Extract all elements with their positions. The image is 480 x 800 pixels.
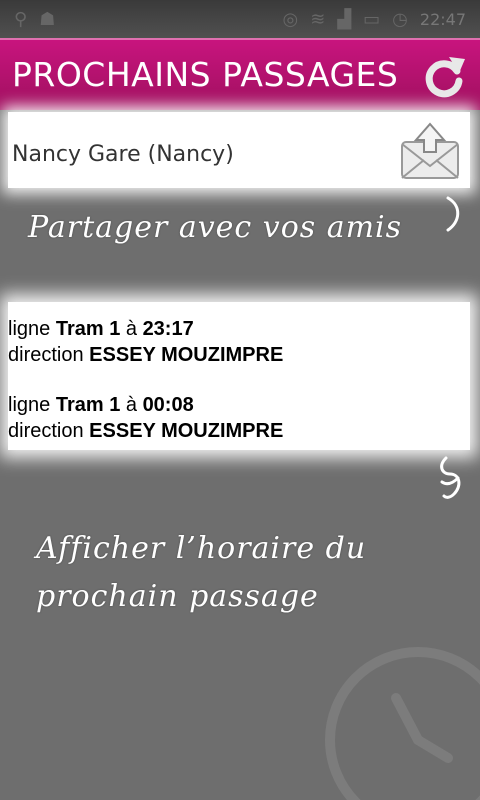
mail-share-icon bbox=[401, 122, 459, 179]
line-name: Tram 1 bbox=[55, 318, 121, 340]
android-icon: ☗ bbox=[39, 8, 56, 30]
location-icon: ◎ bbox=[282, 8, 299, 30]
passage-item[interactable]: ligne Tram 1 à 23:17 direction ESSEY MOU… bbox=[8, 316, 470, 368]
passage-time: 00:08 bbox=[142, 394, 194, 416]
refresh-button[interactable] bbox=[418, 48, 470, 104]
battery-icon: ▭ bbox=[363, 8, 381, 30]
passage-line: ligne Tram 1 à 23:17 bbox=[8, 316, 470, 342]
refresh-icon bbox=[425, 57, 465, 98]
passage-direction: direction ESSEY MOUZIMPRE bbox=[8, 418, 470, 444]
a-label: à bbox=[125, 394, 137, 416]
wifi-icon: ≋ bbox=[310, 8, 326, 30]
status-bar: ⚲ ☗ ◎ ≋ ▟ ▭ ◷ 22:47 bbox=[0, 0, 480, 38]
station-field[interactable]: Nancy Gare (Nancy) bbox=[8, 112, 470, 188]
direction-label: direction bbox=[8, 420, 84, 442]
direction-name: ESSEY MOUZIMPRE bbox=[89, 344, 284, 366]
a-label: à bbox=[125, 318, 137, 340]
station-name: Nancy Gare (Nancy) bbox=[12, 142, 234, 167]
app-header: PROCHAINS PASSAGES bbox=[0, 38, 480, 110]
passage-time: 23:17 bbox=[142, 318, 194, 340]
ligne-label: ligne bbox=[8, 394, 51, 416]
share-hint-arrow bbox=[446, 196, 460, 232]
status-time: 22:47 bbox=[419, 9, 466, 29]
share-button[interactable] bbox=[398, 122, 464, 182]
alarm-icon: ◷ bbox=[392, 8, 408, 30]
passages-list: ligne Tram 1 à 23:17 direction ESSEY MOU… bbox=[8, 302, 470, 450]
schedule-hint: Afficher l’horaire du prochain passage bbox=[36, 525, 416, 621]
share-hint: Partager avec vos amis bbox=[28, 210, 403, 245]
schedule-hint-arrow bbox=[440, 456, 461, 499]
page-title: PROCHAINS PASSAGES bbox=[12, 55, 399, 94]
passage-line: ligne Tram 1 à 00:08 bbox=[8, 392, 470, 418]
usb-icon: ⚲ bbox=[14, 8, 28, 30]
schedule-hint-line2: prochain passage bbox=[36, 579, 319, 614]
passage-item[interactable]: ligne Tram 1 à 00:08 direction ESSEY MOU… bbox=[8, 392, 470, 444]
schedule-hint-line1: Afficher l’horaire du bbox=[36, 531, 367, 566]
signal-icon: ▟ bbox=[337, 8, 352, 30]
line-name: Tram 1 bbox=[55, 394, 121, 416]
direction-name: ESSEY MOUZIMPRE bbox=[89, 420, 284, 442]
status-right: ◎ ≋ ▟ ▭ ◷ 22:47 bbox=[283, 9, 467, 30]
ligne-label: ligne bbox=[8, 318, 51, 340]
passage-direction: direction ESSEY MOUZIMPRE bbox=[8, 342, 470, 368]
clock-watermark-icon bbox=[325, 647, 480, 800]
status-left: ⚲ ☗ bbox=[14, 9, 55, 30]
direction-label: direction bbox=[8, 344, 84, 366]
